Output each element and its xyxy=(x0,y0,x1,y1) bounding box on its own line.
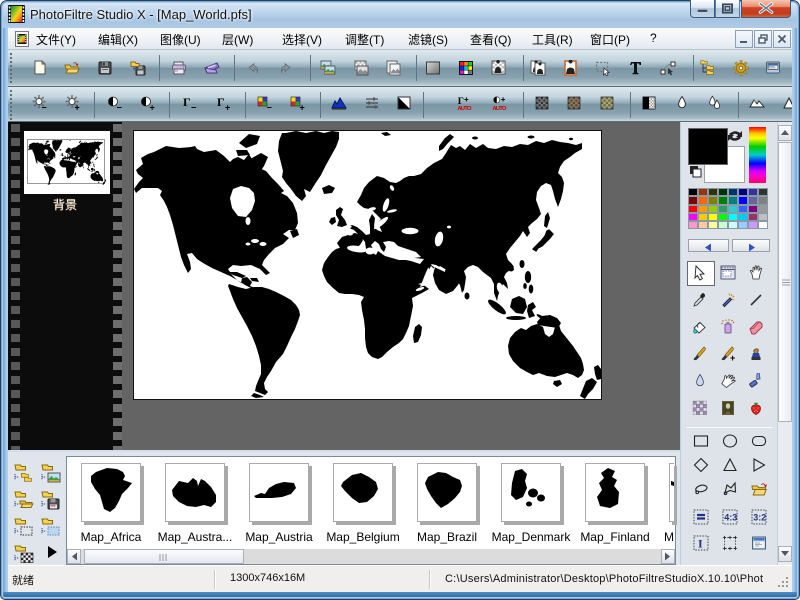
svg-text:Γ: Γ xyxy=(217,95,225,109)
svg-text:+: + xyxy=(75,103,80,112)
svg-text:+: + xyxy=(730,353,735,362)
svg-text:I: I xyxy=(698,537,703,551)
svg-text:−: − xyxy=(42,103,47,112)
svg-text:−: − xyxy=(267,103,272,112)
svg-text:+: + xyxy=(464,95,469,104)
svg-text:+: + xyxy=(150,103,155,112)
svg-text:3:2: 3:2 xyxy=(753,513,766,523)
svg-text:+: + xyxy=(225,103,230,112)
svg-text:4:3: 4:3 xyxy=(724,513,737,523)
svg-text:AUTO: AUTO xyxy=(457,106,472,111)
svg-text:−: − xyxy=(191,103,196,112)
svg-text:−: − xyxy=(117,103,122,112)
svg-text:AUTO: AUTO xyxy=(492,106,507,111)
svg-text:+: + xyxy=(300,103,305,112)
svg-text:+: + xyxy=(501,95,506,104)
svg-text:Γ: Γ xyxy=(183,95,191,109)
